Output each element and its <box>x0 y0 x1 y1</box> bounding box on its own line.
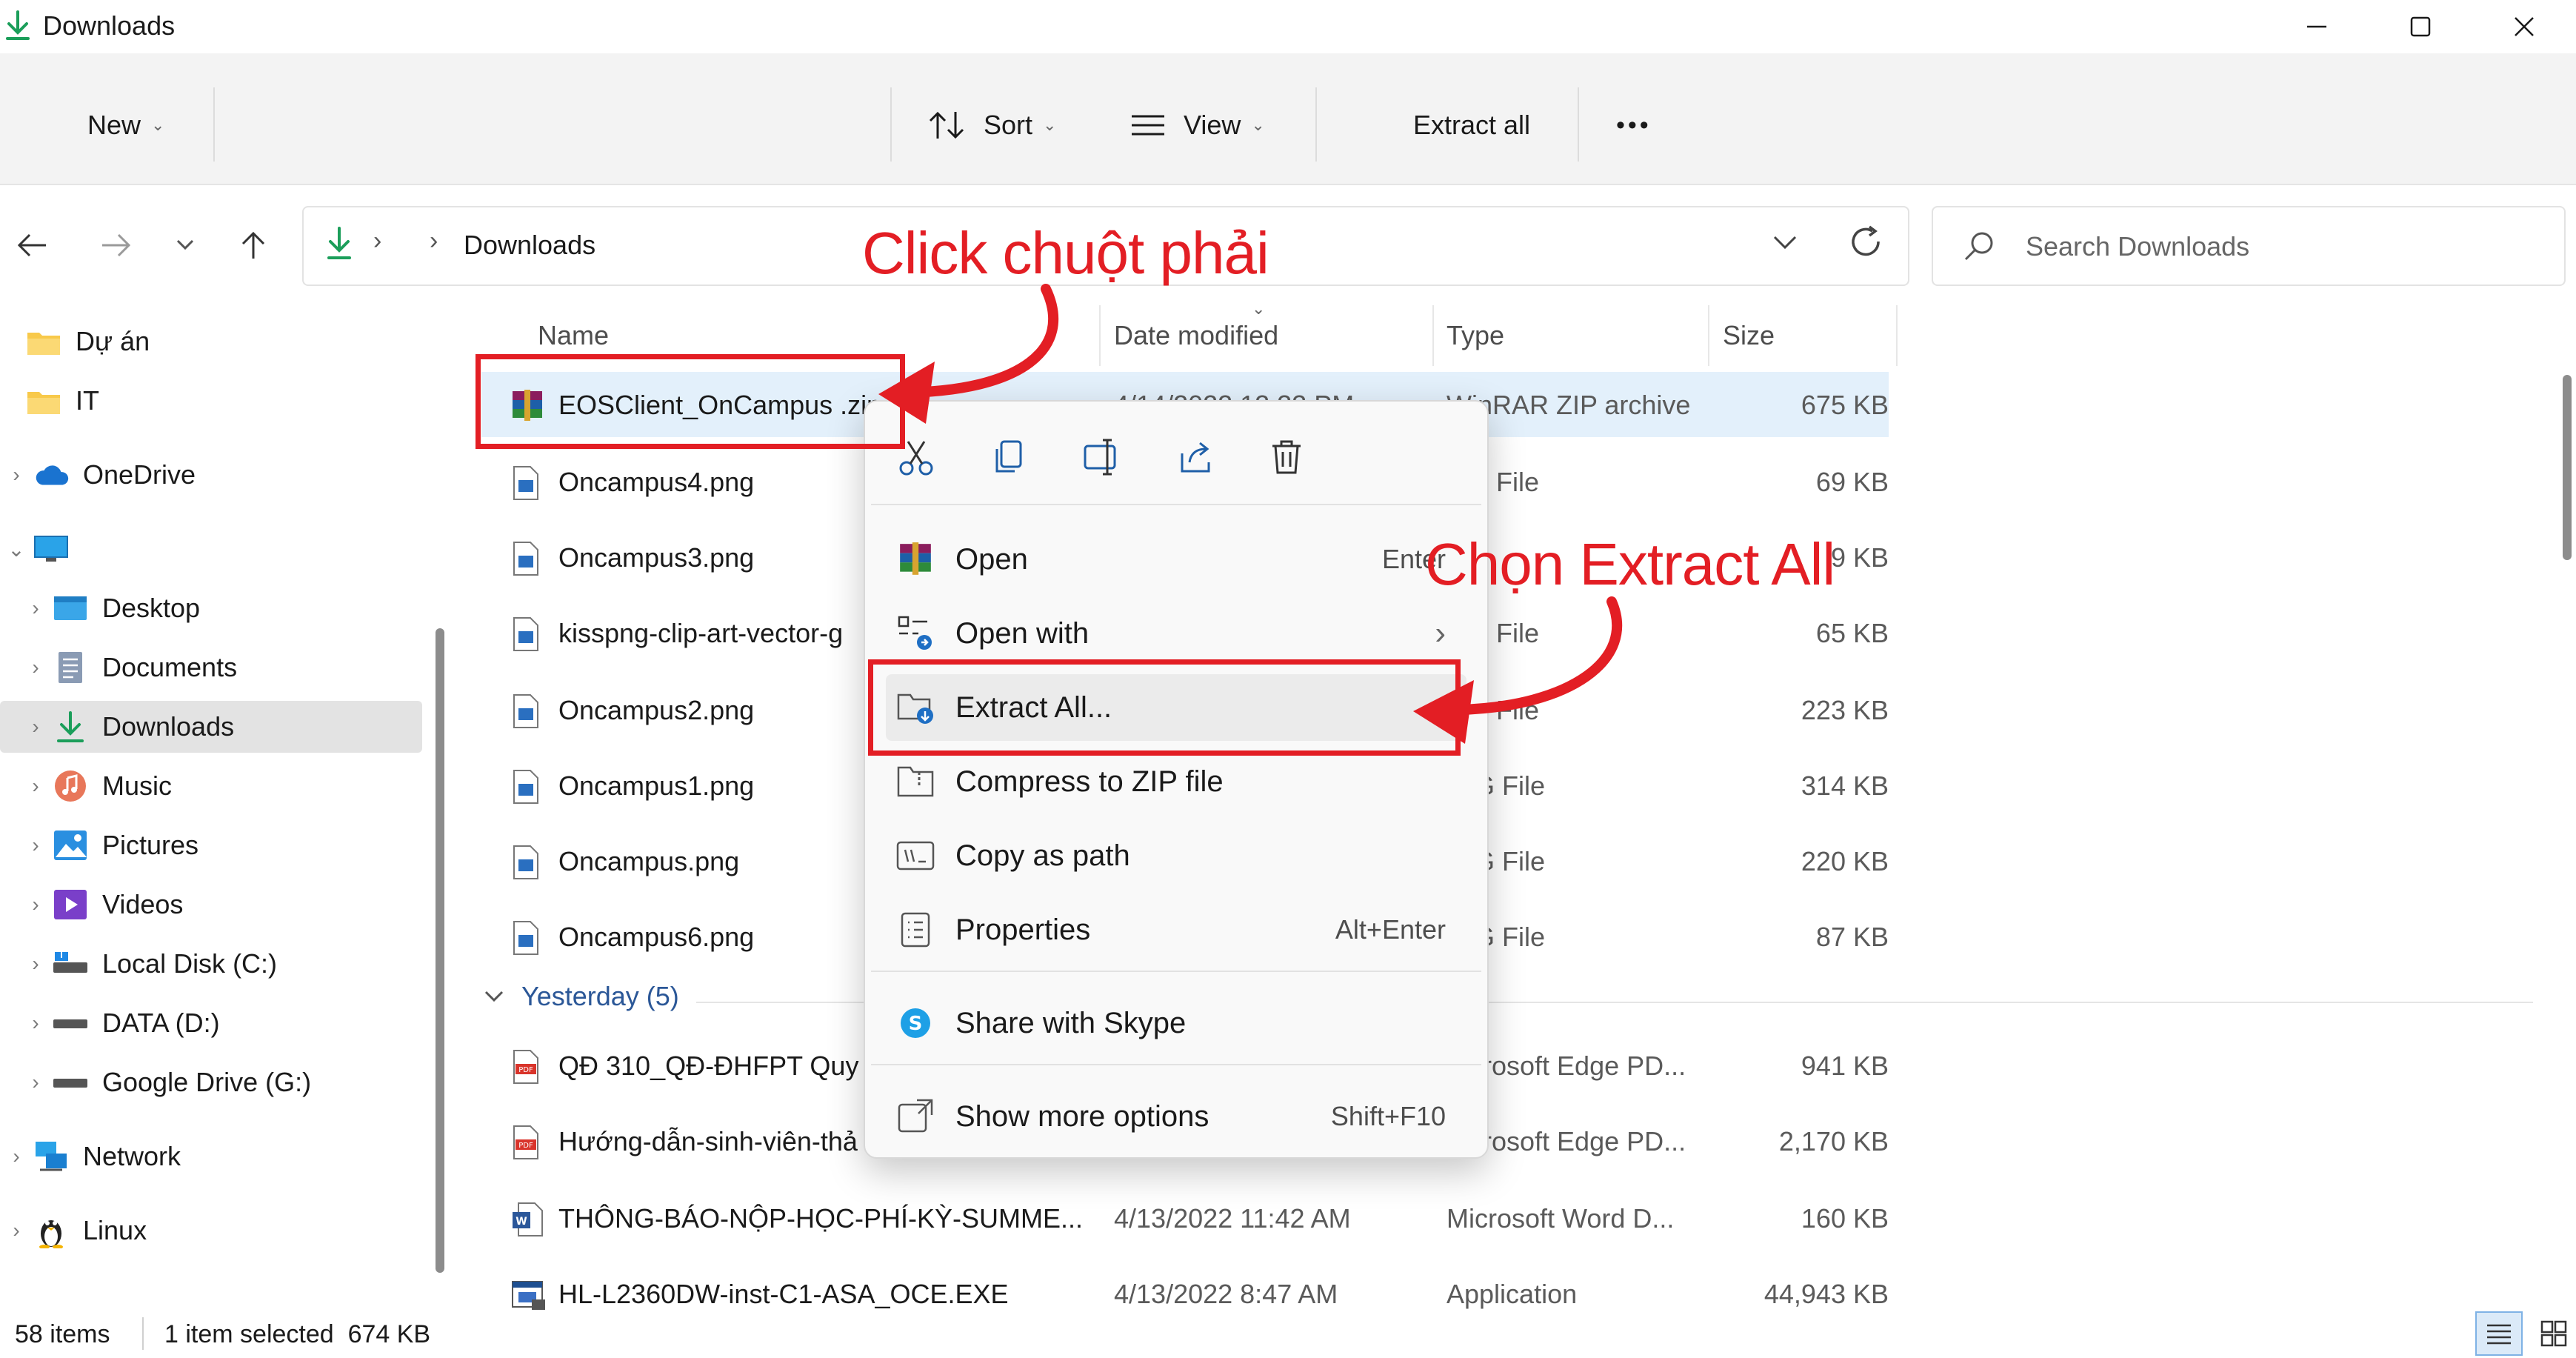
annotation-arrows <box>878 284 1623 744</box>
arrow-head-zip <box>878 362 935 424</box>
arrow-head-extract <box>1413 680 1474 744</box>
arrow-to-extract <box>1454 596 1623 715</box>
